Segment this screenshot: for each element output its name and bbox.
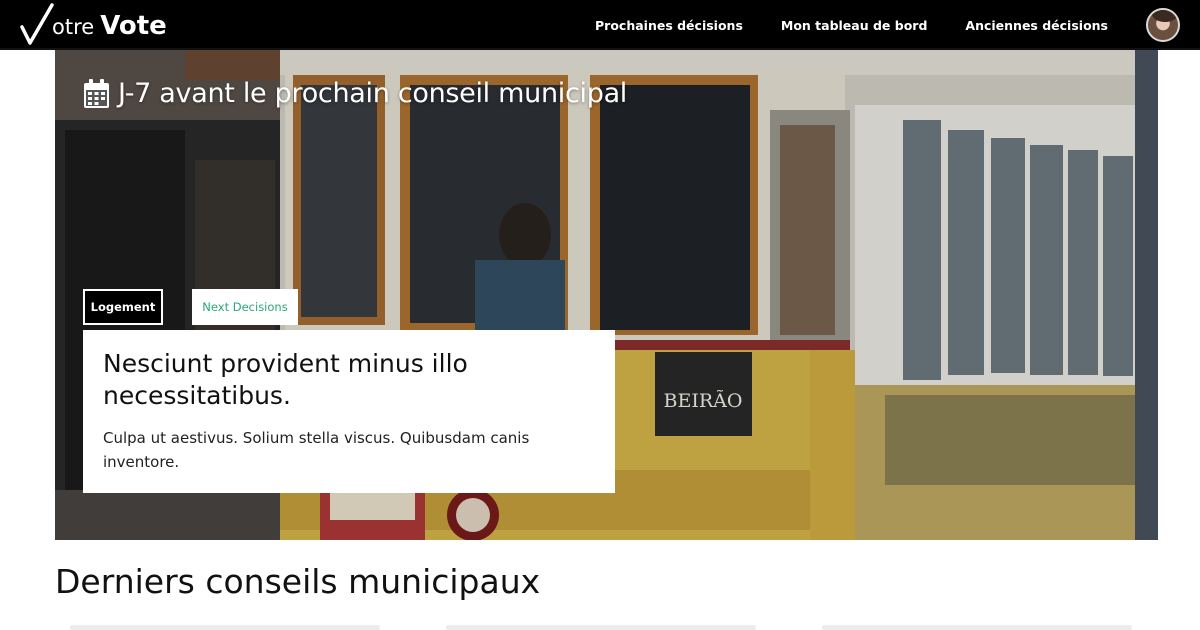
main-nav: Prochaines décisions Mon tableau de bord… <box>595 0 1108 50</box>
council-card-edge <box>446 625 756 630</box>
section-title: Derniers conseils municipaux <box>55 562 541 601</box>
hero-banner: BEIRÃO J-7 avant le prochain conseil mun… <box>55 50 1158 540</box>
checkmark-icon <box>20 3 54 45</box>
countdown-banner: J-7 avant le prochain conseil municipal <box>83 78 627 109</box>
tag-logement[interactable]: Logement <box>83 289 163 325</box>
brand-name-bold: Vote <box>100 11 167 41</box>
card-title: Nesciunt provident minus illo necessitat… <box>103 349 468 410</box>
nav-link-prochaines-decisions[interactable]: Prochaines décisions <box>595 18 743 33</box>
featured-decision-card[interactable]: Nesciunt provident minus illo necessitat… <box>83 330 615 493</box>
navbar: otre Vote Prochaines décisions Mon tablea… <box>0 0 1200 50</box>
council-card-edge <box>70 625 380 630</box>
council-cards-peek <box>0 625 1200 630</box>
card-description: Culpa ut aestivus. Solium stella viscus.… <box>103 429 530 471</box>
tag-next-decisions[interactable]: Next Decisions <box>192 289 298 325</box>
brand-logo[interactable]: otre Vote <box>20 3 167 45</box>
nav-link-anciennes-decisions[interactable]: Anciennes décisions <box>965 18 1108 33</box>
council-card-edge <box>822 625 1132 630</box>
avatar[interactable] <box>1146 8 1180 42</box>
calendar-icon <box>84 78 109 108</box>
nav-link-tableau-de-bord[interactable]: Mon tableau de bord <box>781 18 928 33</box>
countdown-text: J-7 avant le prochain conseil municipal <box>118 78 628 109</box>
brand-name-light: otre <box>52 15 95 39</box>
brand-name: otre Vote <box>52 11 167 41</box>
